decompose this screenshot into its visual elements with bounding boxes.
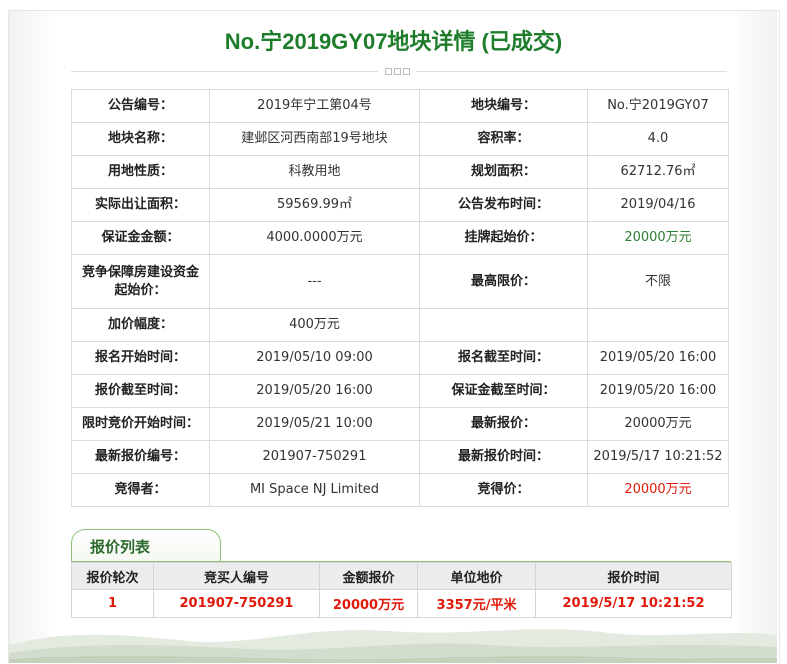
detail-label: 保证金金额： [71,221,210,255]
left-side-shade [9,11,49,663]
detail-value: 62712.76㎡ [587,155,729,189]
detail-value: 2019年宁工第04号 [209,89,420,123]
detail-label: 加价幅度： [71,308,210,342]
detail-value: --- [209,254,420,309]
bid-list-table: 报价轮次 竞买人编号 金额报价 单位地价 报价时间 1 201907-75029… [71,562,732,618]
detail-value: 建邺区河西南部19号地块 [209,122,420,156]
detail-row: 公告编号： 2019年宁工第04号 地块编号： No.宁2019GY07 [71,89,729,123]
detail-row: 实际出让面积： 59569.99㎡ 公告发布时间： 2019/04/16 [71,188,729,222]
detail-row: 限时竞价开始时间： 2019/05/21 10:00 最新报价： 20000万元 [71,407,729,441]
detail-value: 201907-750291 [209,440,420,474]
divider-ornament-icon [378,66,416,77]
detail-row: 竞争保障房建设资金起始价： --- 最高限价： 不限 [71,254,729,309]
detail-value: 2019/05/10 09:00 [209,341,420,375]
detail-row: 竞得者： MI Space NJ Limited 竞得价： 20000万元 [71,473,729,507]
bid-round-cell: 1 [71,589,154,618]
detail-label: 报名截至时间： [419,341,588,375]
detail-row: 报名开始时间： 2019/05/10 09:00 报名截至时间： 2019/05… [71,341,729,375]
detail-value: 2019/05/21 10:00 [209,407,420,441]
detail-value: 不限 [587,254,729,309]
detail-value: 400万元 [209,308,420,342]
detail-label: 用地性质： [71,155,210,189]
detail-row: 用地性质： 科教用地 规划面积： 62712.76㎡ [71,155,729,189]
unit-price-cell: 3357元/平米 [417,589,536,618]
decorative-hills-icon [9,615,777,663]
detail-value: No.宁2019GY07 [587,89,729,123]
detail-row: 最新报价编号： 201907-750291 最新报价时间： 2019/5/17 … [71,440,729,474]
detail-label: 最高限价： [419,254,588,309]
detail-value: 2019/05/20 16:00 [587,374,729,408]
detail-value: 4000.0000万元 [209,221,420,255]
detail-value: 20000万元 [587,407,729,441]
column-header: 竞买人编号 [153,562,320,590]
detail-value: 2019/05/20 16:00 [209,374,420,408]
winner-value: MI Space NJ Limited [209,473,420,507]
detail-value: 科教用地 [209,155,420,189]
detail-value: 2019/5/17 10:21:52 [587,440,729,474]
detail-label: 竞得者： [71,473,210,507]
column-header: 报价时间 [535,562,732,590]
detail-value: 4.0 [587,122,729,156]
detail-row: 地块名称： 建邺区河西南部19号地块 容积率： 4.0 [71,122,729,156]
bid-amount-cell: 20000万元 [319,589,418,618]
detail-row: 报价截至时间： 2019/05/20 16:00 保证金截至时间： 2019/0… [71,374,729,408]
detail-label: 竞争保障房建设资金起始价： [71,254,210,309]
detail-label: 最新报价时间： [419,440,588,474]
detail-row: 加价幅度： 400万元 [71,308,729,342]
detail-label: 最新报价编号： [71,440,210,474]
detail-label: 报价截至时间： [71,374,210,408]
detail-label: 报名开始时间： [71,341,210,375]
starting-price-value: 20000万元 [587,221,729,255]
bid-header-row: 报价轮次 竞买人编号 金额报价 单位地价 报价时间 [71,562,732,590]
parcel-detail-table: 公告编号： 2019年宁工第04号 地块编号： No.宁2019GY07 地块名… [71,89,729,507]
detail-label: 实际出让面积： [71,188,210,222]
page-title: No.宁2019GY07地块详情 (已成交) [224,29,563,54]
detail-label: 地块名称： [71,122,210,156]
detail-value [587,308,729,342]
bid-time-cell: 2019/5/17 10:21:52 [535,589,732,618]
tab-bid-list-label: 报价列表 [90,538,151,556]
detail-label: 最新报价： [419,407,588,441]
detail-label: 公告编号： [71,89,210,123]
detail-value: 2019/04/16 [587,188,729,222]
column-header: 报价轮次 [71,562,154,590]
detail-label [419,308,588,342]
detail-row: 保证金金额： 4000.0000万元 挂牌起始价： 20000万元 [71,221,729,255]
detail-label: 规划面积： [419,155,588,189]
column-header: 单位地价 [417,562,536,590]
column-header: 金额报价 [319,562,418,590]
detail-label: 容积率： [419,122,588,156]
detail-label: 限时竞价开始时间： [71,407,210,441]
detail-value: 59569.99㎡ [209,188,420,222]
table-row: 1 201907-750291 20000万元 3357元/平米 2019/5/… [71,589,732,618]
detail-label: 保证金截至时间： [419,374,588,408]
right-side-shade [737,11,777,663]
bidder-id-cell: 201907-750291 [153,589,320,618]
detail-label: 地块编号： [419,89,588,123]
detail-label: 竞得价： [419,473,588,507]
detail-label: 公告发布时间： [419,188,588,222]
detail-value: 2019/05/20 16:00 [587,341,729,375]
winning-price-value: 20000万元 [587,473,729,507]
detail-label: 挂牌起始价： [419,221,588,255]
